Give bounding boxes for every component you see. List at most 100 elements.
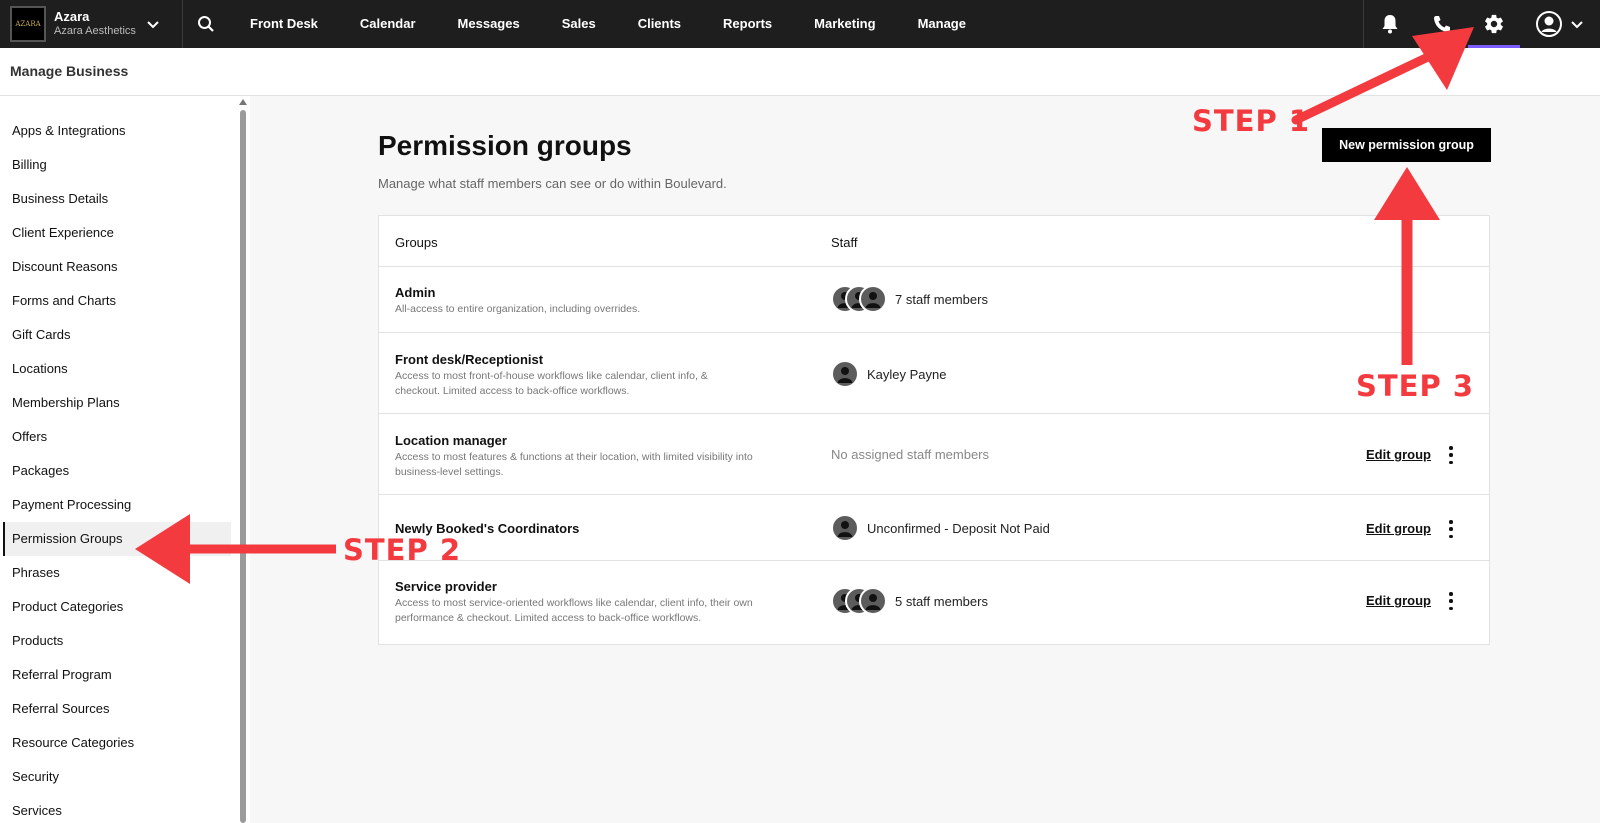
nav-sales[interactable]: Sales: [541, 0, 617, 48]
group-name[interactable]: Front desk/Receptionist: [395, 352, 543, 367]
step2-label: STEP 2: [343, 533, 462, 567]
avatar: [859, 285, 887, 313]
page-subtitle: Manage what staff members can see or do …: [378, 176, 727, 191]
column-header-staff: Staff: [831, 235, 858, 250]
nav-marketing[interactable]: Marketing: [793, 0, 896, 48]
table-row[interactable]: Location manager Access to most features…: [379, 414, 1489, 495]
nav-front-desk[interactable]: Front Desk: [229, 0, 339, 48]
nav-reports[interactable]: Reports: [702, 0, 793, 48]
table-row[interactable]: Admin All-access to entire organization,…: [379, 267, 1489, 333]
sidebar-item-client-experience[interactable]: Client Experience: [3, 216, 231, 250]
avatar: [859, 587, 887, 615]
table-row[interactable]: Newly Booked's Coordinators Unconfirmed …: [379, 495, 1489, 561]
sidebar-item-referral-program[interactable]: Referral Program: [3, 658, 231, 692]
person-icon: [837, 367, 853, 383]
table-row[interactable]: Service provider Access to most service-…: [379, 561, 1489, 644]
nav-manage[interactable]: Manage: [897, 0, 987, 48]
phone-button[interactable]: [1416, 0, 1468, 48]
more-options-icon[interactable]: [1445, 592, 1457, 610]
nav-clients[interactable]: Clients: [617, 0, 702, 48]
person-icon: [837, 521, 853, 537]
nav-calendar[interactable]: Calendar: [339, 0, 437, 48]
table-row[interactable]: Front desk/Receptionist Access to most f…: [379, 333, 1489, 414]
sidebar-item-offers[interactable]: Offers: [3, 420, 231, 454]
table-header: Groups Staff: [379, 216, 1489, 267]
search-button[interactable]: [183, 0, 229, 48]
group-description: Access to most service-oriented workflow…: [395, 597, 753, 624]
sidebar-item-locations[interactable]: Locations: [3, 352, 231, 386]
staff-name: Unconfirmed - Deposit Not Paid: [867, 520, 1050, 536]
sidebar-item-resource-categories[interactable]: Resource Categories: [3, 726, 231, 760]
no-staff-text: No assigned staff members: [831, 447, 989, 462]
sidebar-item-membership-plans[interactable]: Membership Plans: [3, 386, 231, 420]
gear-icon: [1485, 14, 1503, 34]
staff-cell: 5 staff members: [831, 587, 988, 615]
group-name[interactable]: Location manager: [395, 433, 507, 448]
settings-button[interactable]: [1468, 0, 1520, 48]
sidebar-item-security[interactable]: Security: [3, 760, 231, 794]
sidebar-item-discount-reasons[interactable]: Discount Reasons: [3, 250, 231, 284]
avatar-stack: [831, 587, 887, 615]
step1-label: STEP 1: [1192, 104, 1311, 138]
group-description: All-access to entire organization, inclu…: [395, 303, 641, 315]
new-permission-group-button[interactable]: New permission group: [1322, 128, 1491, 162]
staff-cell: No assigned staff members: [831, 447, 989, 462]
sidebar-item-referral-sources[interactable]: Referral Sources: [3, 692, 231, 726]
staff-cell: Unconfirmed - Deposit Not Paid: [831, 514, 1050, 542]
staff-name: Kayley Payne: [867, 366, 947, 382]
person-icon: [865, 594, 881, 610]
sidebar-item-product-categories[interactable]: Product Categories: [3, 590, 231, 624]
edit-group-link[interactable]: Edit group: [1366, 593, 1431, 608]
group-name[interactable]: Service provider: [395, 579, 497, 594]
scroll-up-arrow-icon[interactable]: [239, 99, 247, 105]
top-navigation-bar: AZARA Azara Azara Aesthetics Front Desk …: [0, 0, 1600, 48]
more-options-icon[interactable]: [1445, 520, 1457, 538]
search-icon: [198, 16, 214, 32]
user-menu-button[interactable]: [1520, 0, 1600, 48]
sidebar-item-gift-cards[interactable]: Gift Cards: [3, 318, 231, 352]
person-icon: [865, 292, 881, 308]
avatar: [831, 514, 859, 542]
staff-cell: 7 staff members: [831, 285, 988, 313]
sidebar-scrollbar[interactable]: [240, 110, 246, 823]
staff-count: 7 staff members: [895, 291, 988, 307]
permission-groups-table: Groups Staff Admin All-access to entire …: [378, 215, 1490, 645]
notifications-button[interactable]: [1364, 0, 1416, 48]
avatar: [831, 360, 859, 388]
chevron-down-icon: [147, 21, 159, 29]
sidebar-item-services[interactable]: Services: [3, 794, 231, 823]
sidebar-item-forms-charts[interactable]: Forms and Charts: [3, 284, 231, 318]
phone-icon: [1434, 16, 1450, 32]
business-subtitle: Azara Aesthetics: [54, 25, 136, 38]
business-logo: AZARA: [10, 6, 46, 42]
right-tools: [1363, 0, 1600, 48]
bell-icon: [1382, 15, 1398, 34]
edit-group-link[interactable]: Edit group: [1366, 447, 1431, 462]
avatar-stack: [831, 360, 859, 388]
avatar-stack: [831, 285, 887, 313]
sidebar-item-business-details[interactable]: Business Details: [3, 182, 231, 216]
edit-group-link[interactable]: Edit group: [1366, 521, 1431, 536]
subheader: Manage Business: [0, 48, 1600, 96]
avatar-stack: [831, 514, 859, 542]
sidebar-item-payment-processing[interactable]: Payment Processing: [3, 488, 231, 522]
sidebar-item-permission-groups[interactable]: Permission Groups: [3, 522, 231, 556]
chevron-down-icon: [1571, 21, 1583, 29]
sidebar-list: Apps & Integrations Billing Business Det…: [3, 114, 231, 823]
sidebar-item-phrases[interactable]: Phrases: [3, 556, 231, 590]
group-description: Access to most features & functions at t…: [395, 451, 753, 478]
sidebar-item-products[interactable]: Products: [3, 624, 231, 658]
user-avatar-icon: [1536, 11, 1562, 37]
sidebar-item-billing[interactable]: Billing: [3, 148, 231, 182]
group-description: Access to most front-of-house workflows …: [395, 370, 708, 397]
column-header-groups: Groups: [395, 235, 438, 250]
more-options-icon[interactable]: [1445, 446, 1457, 464]
sidebar-item-apps-integrations[interactable]: Apps & Integrations: [3, 114, 231, 148]
nav-messages[interactable]: Messages: [437, 0, 541, 48]
page-title: Permission groups: [378, 130, 632, 161]
sidebar-item-packages[interactable]: Packages: [3, 454, 231, 488]
business-info: Azara Azara Aesthetics: [54, 9, 136, 38]
group-name[interactable]: Admin: [395, 285, 435, 300]
business-name: Azara: [54, 9, 90, 25]
business-switcher[interactable]: AZARA Azara Azara Aesthetics: [0, 0, 183, 48]
